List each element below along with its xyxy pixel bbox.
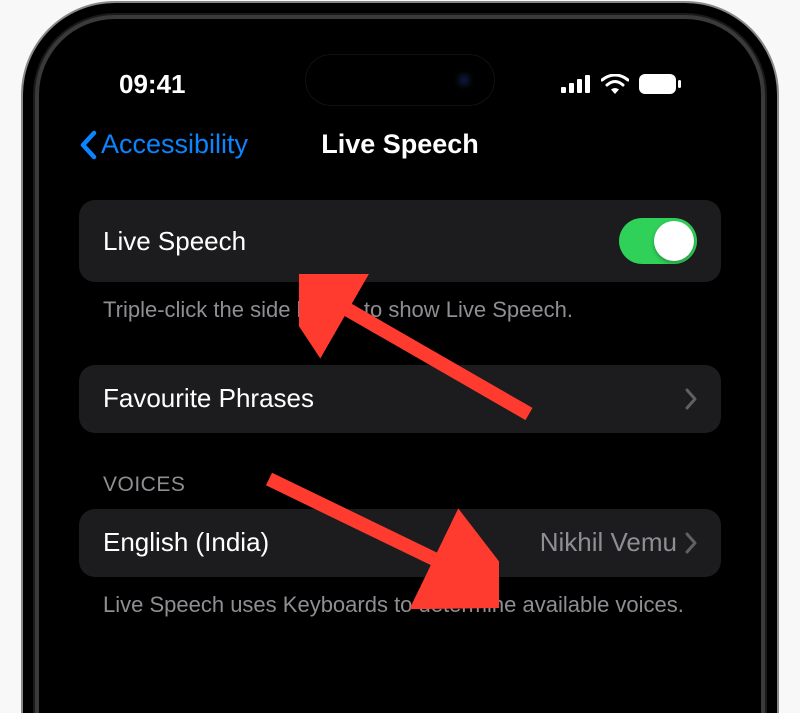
voice-selected-value: Nikhil Vemu [540, 527, 677, 558]
voices-header: VOICES [79, 433, 721, 509]
live-speech-toggle-row[interactable]: Live Speech [79, 200, 721, 282]
cellular-signal-icon [561, 75, 591, 93]
camera-dot [454, 70, 474, 90]
status-time: 09:41 [119, 69, 186, 100]
voice-language-row[interactable]: English (India) Nikhil Vemu [79, 509, 721, 577]
toggle-knob [654, 221, 694, 261]
voices-group: English (India) Nikhil Vemu [79, 509, 721, 577]
nav-header: Accessibility Live Speech [71, 109, 729, 178]
live-speech-group: Live Speech [79, 200, 721, 282]
nav-title: Live Speech [321, 129, 479, 160]
chevron-right-icon [685, 532, 697, 554]
wifi-icon [601, 74, 629, 94]
status-icons [561, 74, 681, 94]
favourite-phrases-row[interactable]: Favourite Phrases [79, 365, 721, 433]
row-accessory [685, 388, 697, 410]
back-label: Accessibility [101, 129, 248, 160]
back-button[interactable]: Accessibility [79, 129, 248, 160]
live-speech-footer: Triple-click the side button to show Liv… [79, 282, 721, 325]
live-speech-toggle[interactable] [619, 218, 697, 264]
voice-language-label: English (India) [103, 527, 269, 558]
chevron-left-icon [79, 130, 97, 160]
voices-footer: Live Speech uses Keyboards to determine … [79, 577, 721, 620]
phrases-group: Favourite Phrases [79, 365, 721, 433]
live-speech-label: Live Speech [103, 226, 246, 257]
battery-icon [639, 74, 681, 94]
row-accessory: Nikhil Vemu [540, 527, 697, 558]
content-area: Live Speech Triple-click the side button… [71, 178, 729, 619]
dynamic-island [305, 54, 495, 106]
phone-frame: 09:41 Accessibility [35, 15, 765, 713]
chevron-right-icon [685, 388, 697, 410]
favourite-phrases-label: Favourite Phrases [103, 383, 314, 414]
